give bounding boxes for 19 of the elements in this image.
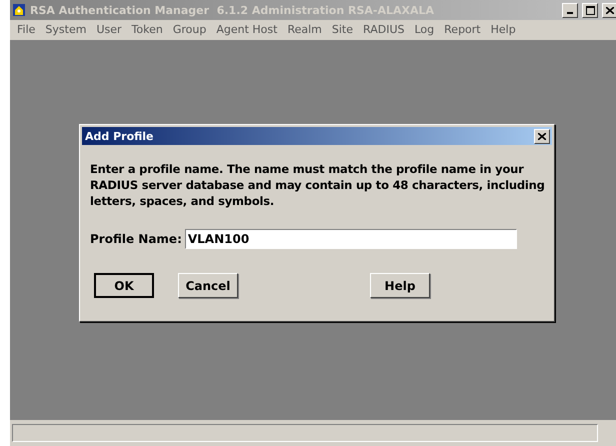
- dialog-button[interactable]: OK: [94, 273, 154, 298]
- profile-name-field[interactable]: VLAN100: [184, 229, 517, 249]
- menu-item[interactable]: Agent Host: [211, 22, 282, 36]
- menu-item[interactable]: Log: [410, 22, 440, 36]
- menu-item[interactable]: Site: [326, 22, 358, 36]
- menu-item[interactable]: RADIUS: [358, 22, 410, 36]
- menu-item[interactable]: System: [40, 22, 92, 36]
- menu-item[interactable]: User: [91, 22, 127, 36]
- dialog-title: Add Profile: [85, 130, 155, 142]
- menu-item[interactable]: Report: [439, 22, 486, 36]
- field-label: Profile Name:: [90, 232, 182, 246]
- menu-item[interactable]: Token: [126, 22, 168, 36]
- menu-item[interactable]: Realm: [282, 22, 327, 36]
- instruction-text: Enter a profile name. The name must match the profile name in your RADIUS server database and may contain up to 48 characters, including letters, spaces, and symbols.: [90, 161, 546, 209]
- menu-item[interactable]: File: [12, 22, 40, 36]
- dialog-button[interactable]: Cancel: [178, 273, 238, 298]
- menu-item[interactable]: Group: [168, 22, 212, 36]
- menu-item[interactable]: Help: [486, 22, 521, 36]
- dialog-button[interactable]: Help: [370, 273, 430, 298]
